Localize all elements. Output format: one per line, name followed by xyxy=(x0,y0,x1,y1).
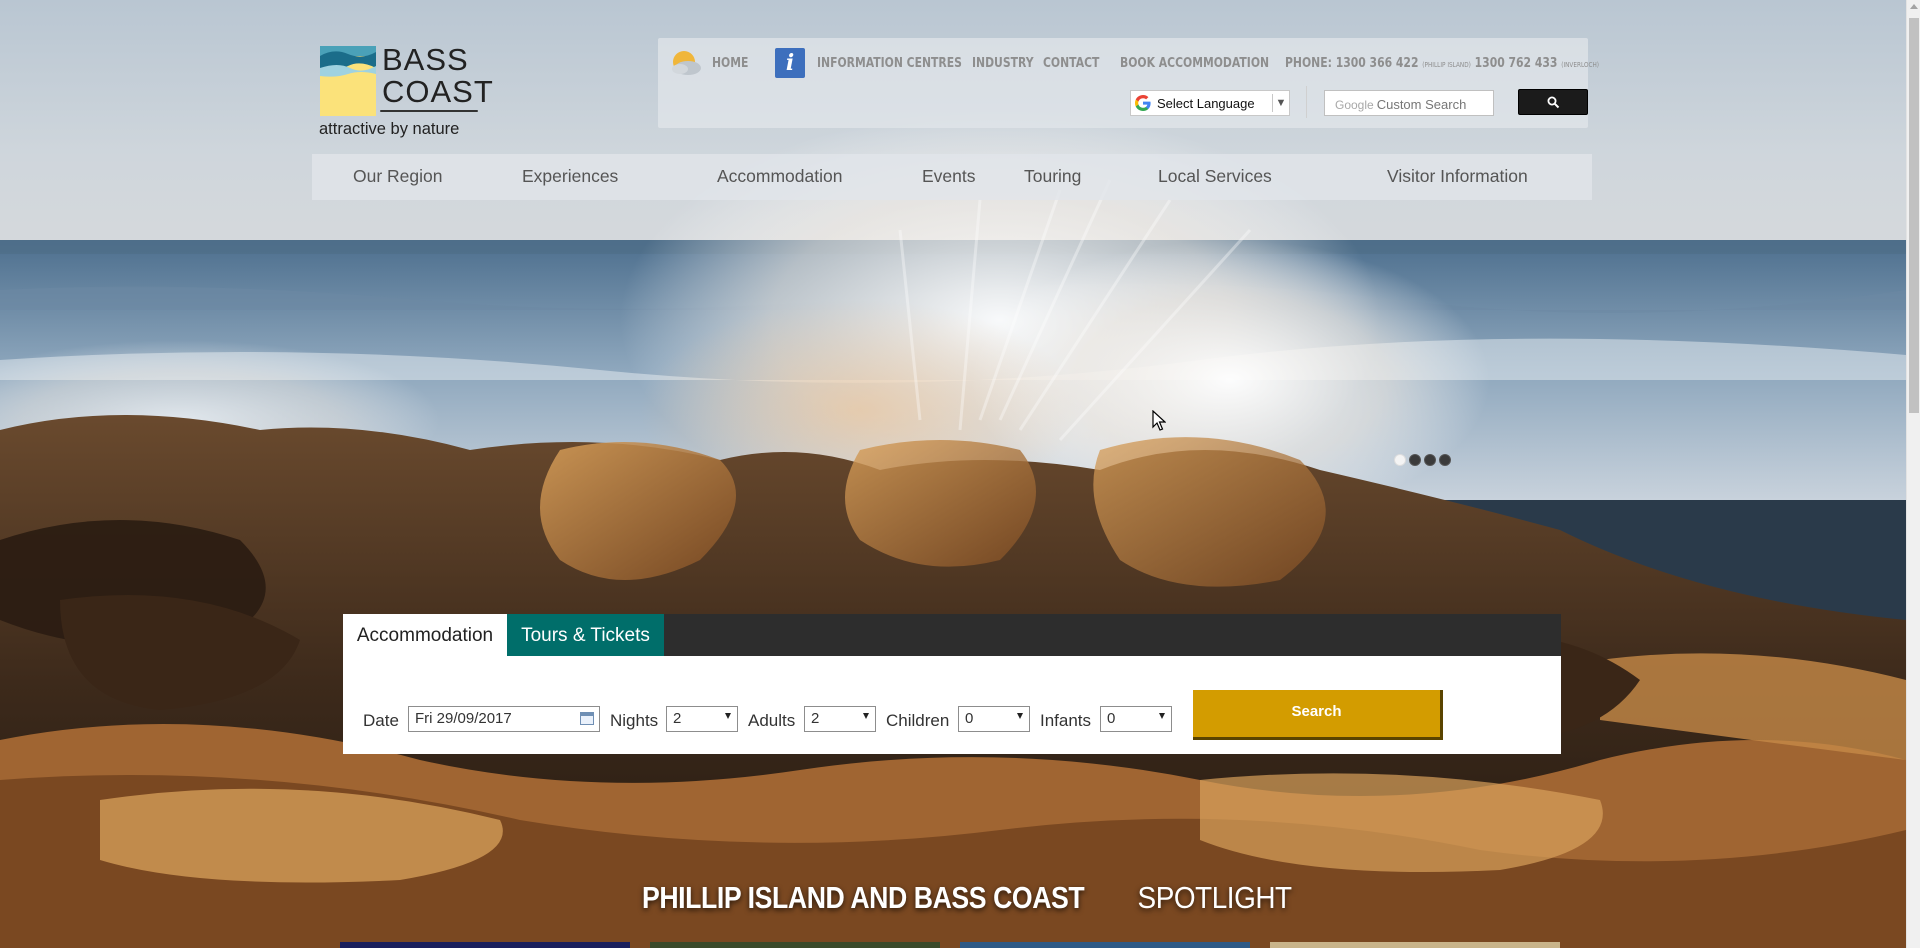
booking-search-button[interactable]: Search xyxy=(1193,690,1443,740)
spotlight-thumbnails xyxy=(340,942,1560,948)
infants-select[interactable]: 0 xyxy=(1100,706,1172,732)
children-select[interactable]: 0 xyxy=(958,706,1030,732)
phone-inverloch[interactable]: 1300 762 433 xyxy=(1475,56,1558,71)
search-icon xyxy=(1547,96,1559,108)
slider-dot-1[interactable] xyxy=(1394,454,1406,466)
nav-information-centres-link[interactable]: INFORMATION CENTRES xyxy=(817,56,962,71)
tab-accommodation[interactable]: Accommodation xyxy=(343,614,507,656)
logo-word-bass: BASS xyxy=(382,42,469,77)
spotlight-thumbnail-4[interactable] xyxy=(1270,942,1560,948)
main-navigation: Our Region Experiences Accommodation Eve… xyxy=(312,154,1592,200)
utility-bar: HOME i INFORMATION CENTRES INDUSTRY CONT… xyxy=(658,38,1599,128)
children-value: 0 xyxy=(965,710,974,727)
info-icon[interactable]: i xyxy=(775,48,805,78)
nav-experiences[interactable]: Experiences xyxy=(522,166,618,187)
language-select[interactable]: Select Language ▼ xyxy=(1130,90,1290,116)
adults-select[interactable]: 2 xyxy=(804,706,876,732)
site-logo[interactable]: BASS COAST attractive by nature xyxy=(318,42,493,144)
hero-background-image xyxy=(0,0,1906,948)
search-brand: Google xyxy=(1335,98,1374,112)
date-label: Date xyxy=(363,711,399,730)
booking-widget: Accommodation Tours & Tickets Date Fri 2… xyxy=(343,614,1561,754)
logo-mark-icon xyxy=(320,46,376,116)
nights-label: Nights xyxy=(610,711,659,730)
phone-numbers: PHONE: 1300 366 422 (PHILLIP ISLAND) 130… xyxy=(1285,56,1599,71)
site-search-input[interactable]: Google Custom Search xyxy=(1324,90,1494,116)
search-placeholder: Custom Search xyxy=(1376,97,1467,112)
nights-select[interactable]: 2 xyxy=(666,706,738,732)
date-value: Fri 29/09/2017 xyxy=(415,710,512,727)
adults-value: 2 xyxy=(811,710,820,727)
nav-events[interactable]: Events xyxy=(922,166,976,187)
nav-accommodation[interactable]: Accommodation xyxy=(717,166,842,187)
phone-phillip-island[interactable]: 1300 366 422 xyxy=(1336,56,1419,71)
spotlight-heading: PHILLIP ISLAND AND BASS COAST SPOTLIGHT xyxy=(0,880,1906,916)
logo-tagline: attractive by nature xyxy=(319,120,460,138)
nav-book-accommodation-link[interactable]: BOOK ACCOMMODATION xyxy=(1120,56,1269,71)
slider-pagination xyxy=(1394,454,1451,466)
calendar-icon[interactable] xyxy=(580,712,594,725)
nav-our-region[interactable]: Our Region xyxy=(353,166,443,187)
language-select-label: Select Language xyxy=(1157,95,1255,111)
tab-tours-tickets[interactable]: Tours & Tickets xyxy=(507,614,664,656)
chevron-down-icon xyxy=(863,713,869,719)
slider-dot-4[interactable] xyxy=(1439,454,1451,466)
infants-label: Infants xyxy=(1040,711,1092,730)
sun-cloud-icon[interactable] xyxy=(666,48,704,78)
phone-label: PHONE: xyxy=(1285,55,1332,71)
booking-tabbar: Accommodation Tours & Tickets xyxy=(343,614,1561,656)
utility-divider xyxy=(1306,86,1307,118)
scrollbar-thumb[interactable] xyxy=(1909,18,1919,413)
infants-value: 0 xyxy=(1107,710,1116,727)
nav-industry-link[interactable]: INDUSTRY xyxy=(972,56,1034,71)
page-scrollbar[interactable] xyxy=(1906,0,1920,948)
spotlight-thumbnail-3[interactable] xyxy=(960,942,1250,948)
adults-label: Adults xyxy=(748,711,796,730)
mouse-cursor-icon xyxy=(1152,410,1166,431)
phone-phillip-island-note: (PHILLIP ISLAND) xyxy=(1422,60,1471,69)
chevron-down-icon xyxy=(725,713,731,719)
nav-touring[interactable]: Touring xyxy=(1024,166,1081,187)
nav-visitor-information[interactable]: Visitor Information xyxy=(1387,166,1528,187)
nav-contact-link[interactable]: CONTACT xyxy=(1043,56,1099,71)
children-label: Children xyxy=(886,711,950,730)
spotlight-heading-bold: PHILLIP ISLAND AND BASS COAST xyxy=(642,880,1085,915)
slider-dot-3[interactable] xyxy=(1424,454,1436,466)
scroll-up-arrow-icon[interactable] xyxy=(1910,4,1918,9)
chevron-down-icon xyxy=(1017,713,1023,719)
site-search-button[interactable] xyxy=(1518,89,1588,115)
nights-value: 2 xyxy=(673,710,682,727)
google-g-icon xyxy=(1135,95,1151,111)
nav-local-services[interactable]: Local Services xyxy=(1158,166,1272,187)
chevron-down-icon xyxy=(1159,713,1165,719)
spotlight-heading-light: SPOTLIGHT xyxy=(1137,880,1292,915)
slider-dot-2[interactable] xyxy=(1409,454,1421,466)
spotlight-thumbnail-2[interactable] xyxy=(650,942,940,948)
logo-word-coast: COAST xyxy=(382,74,494,109)
nav-home-link[interactable]: HOME xyxy=(712,56,748,71)
booking-form: Date Fri 29/09/2017 Nights 2 Adults 2 Ch… xyxy=(343,656,1561,754)
phone-inverloch-note: (INVERLOCH) xyxy=(1561,60,1600,69)
logo-underline xyxy=(380,110,478,112)
date-field[interactable]: Fri 29/09/2017 xyxy=(408,706,600,732)
spotlight-thumbnail-1[interactable] xyxy=(340,942,630,948)
chevron-down-icon: ▼ xyxy=(1275,97,1287,109)
